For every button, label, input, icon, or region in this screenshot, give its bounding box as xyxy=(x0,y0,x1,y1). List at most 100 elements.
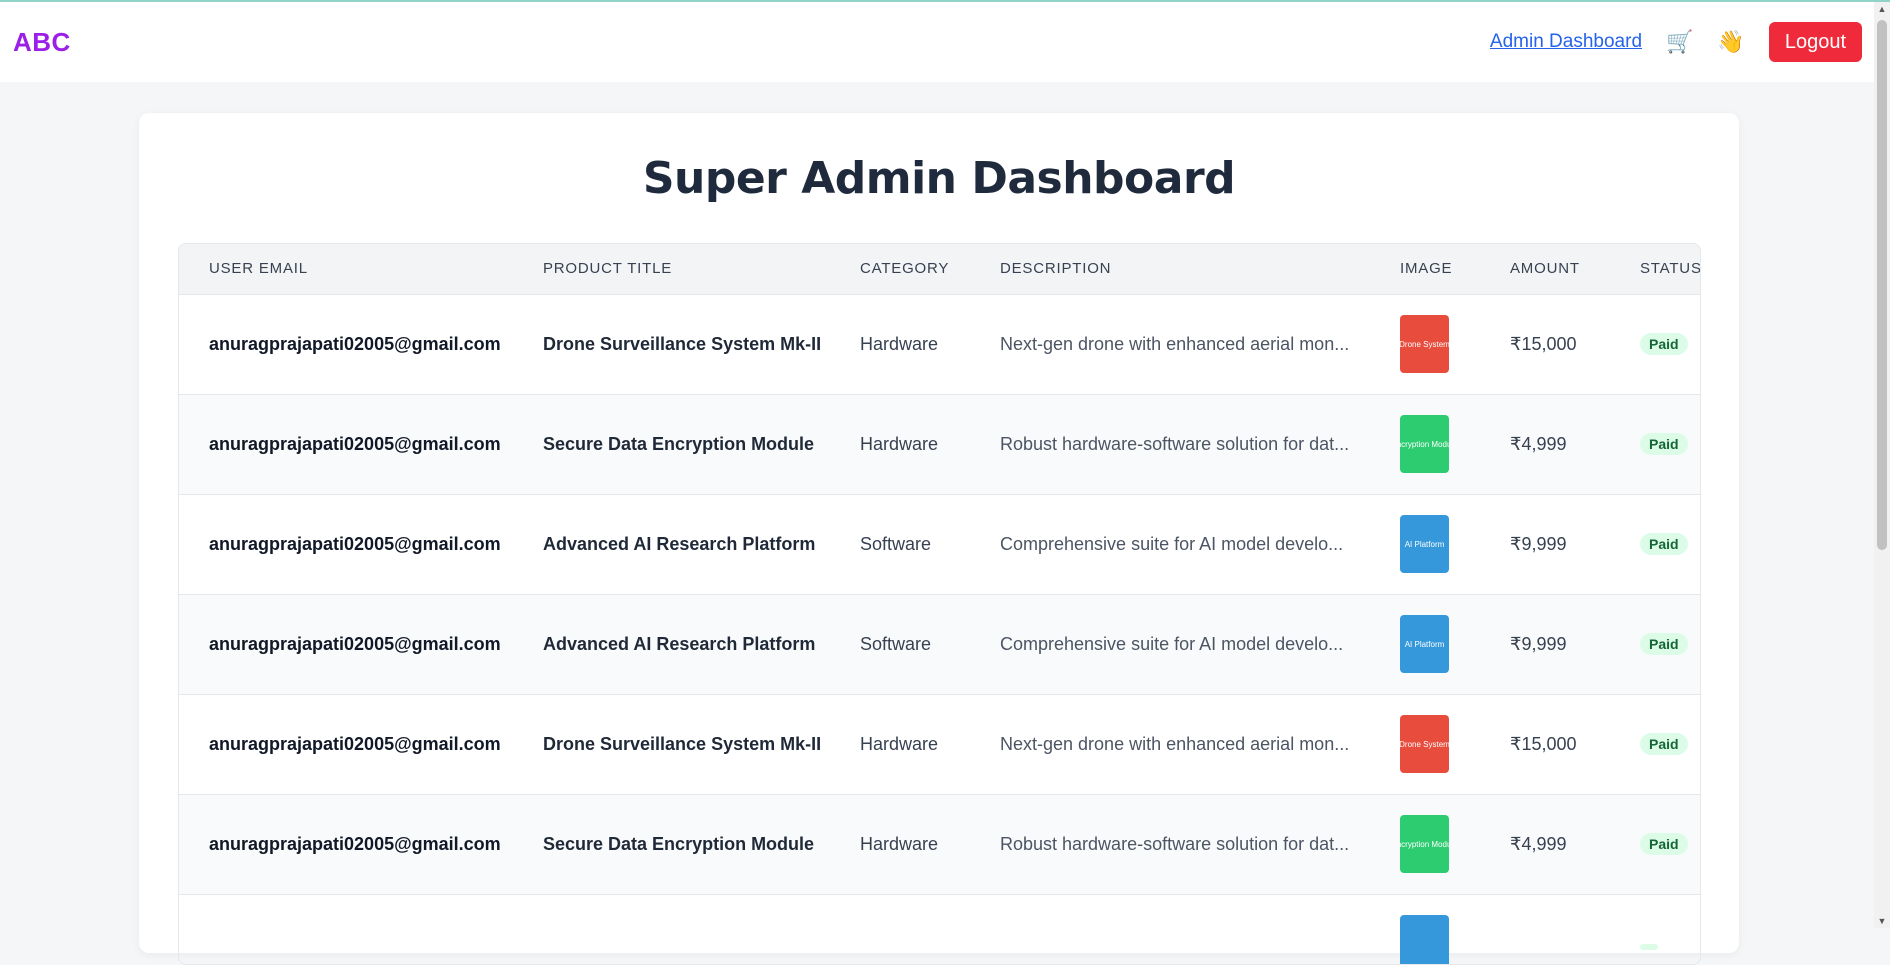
cell-email: anuragprajapati02005@gmail.com xyxy=(209,733,501,754)
cell-product-title xyxy=(513,894,830,964)
cell-description: Next-gen drone with enhanced aerial mon.… xyxy=(1000,733,1350,754)
cart-icon[interactable]: 🛒 xyxy=(1666,31,1693,53)
page-title: Super Admin Dashboard xyxy=(642,153,1236,204)
cell-email: anuragprajapati02005@gmail.com xyxy=(209,633,501,654)
scroll-up-arrow-icon[interactable]: ▲ xyxy=(1877,4,1887,14)
cell-description: Robust hardware-software solution for da… xyxy=(1000,833,1350,854)
cell-product-title: Secure Data Encryption Module xyxy=(543,833,815,854)
cell-amount: ₹4,999 xyxy=(1510,433,1567,454)
cell-category: Software xyxy=(860,533,932,554)
cell-description: Comprehensive suite for AI model develo.… xyxy=(1000,533,1344,554)
table-header-row: USER EMAIL PRODUCT TITLE CATEGORY DESCRI… xyxy=(179,244,1700,295)
cell-product-title: Drone Surveillance System Mk-II xyxy=(543,333,822,354)
cell-image: Encryption Module xyxy=(1370,394,1480,494)
logout-button[interactable]: Logout xyxy=(1768,22,1862,62)
cell-category: Software xyxy=(860,633,932,654)
cell-amount: ₹9,999 xyxy=(1510,533,1567,554)
cell-image: Encryption Module xyxy=(1370,794,1480,894)
status-badge: Paid xyxy=(1640,833,1688,855)
cell-email: anuragprajapati02005@gmail.com xyxy=(209,533,501,554)
cell-email: anuragprajapati02005@gmail.com xyxy=(209,333,501,354)
header-category: CATEGORY xyxy=(830,244,970,295)
table-row: anuragprajapati02005@gmail.com Advanced … xyxy=(179,594,1700,694)
table-row xyxy=(179,894,1700,964)
product-thumbnail: AI Platform xyxy=(1400,615,1449,673)
cell-product-title: Secure Data Encryption Module xyxy=(543,433,815,454)
product-thumbnail: Encryption Module xyxy=(1400,415,1449,473)
cell-amount: ₹15,000 xyxy=(1510,333,1577,354)
navbar: ABC Admin Dashboard 🛒 👋 Logout xyxy=(0,2,1874,82)
product-thumbnail xyxy=(1400,915,1449,964)
cell-category xyxy=(830,894,970,964)
cell-status: Paid xyxy=(1610,794,1700,894)
product-thumbnail: Drone System xyxy=(1400,315,1449,373)
status-badge: Paid xyxy=(1640,333,1688,355)
thumbnail-label: Encryption Module xyxy=(1400,839,1449,849)
header-amount: AMOUNT xyxy=(1480,244,1610,295)
header-product-title: PRODUCT TITLE xyxy=(513,244,830,295)
thumbnail-label: Drone System xyxy=(1400,739,1449,749)
cell-image: Drone System xyxy=(1370,694,1480,794)
cell-category: Hardware xyxy=(860,333,939,354)
cell-product-title: Advanced AI Research Platform xyxy=(543,633,816,654)
thumbnail-label: Drone System xyxy=(1400,339,1449,349)
cell-description: Robust hardware-software solution for da… xyxy=(1000,433,1350,454)
scrollbar-thumb[interactable] xyxy=(1877,20,1887,550)
cell-amount xyxy=(1480,894,1610,964)
status-badge xyxy=(1640,943,1658,950)
cell-image: Drone System xyxy=(1370,294,1480,394)
thumbnail-label: Encryption Module xyxy=(1400,439,1449,449)
cell-image: AI Platform xyxy=(1370,594,1480,694)
table-row: anuragprajapati02005@gmail.com Drone Sur… xyxy=(179,294,1700,394)
product-thumbnail: Encryption Module xyxy=(1400,815,1449,873)
orders-table-container: USER EMAIL PRODUCT TITLE CATEGORY DESCRI… xyxy=(178,243,1701,965)
table-row: anuragprajapati02005@gmail.com Advanced … xyxy=(179,494,1700,594)
cell-status: Paid xyxy=(1610,394,1700,494)
status-badge: Paid xyxy=(1640,433,1688,455)
cell-status: Paid xyxy=(1610,294,1700,394)
nav-actions: Admin Dashboard 🛒 👋 Logout xyxy=(1490,22,1862,62)
cell-product-title: Drone Surveillance System Mk-II xyxy=(543,733,822,754)
scroll-down-arrow-icon[interactable]: ▼ xyxy=(1877,916,1887,926)
cell-category: Hardware xyxy=(860,733,939,754)
cell-amount: ₹4,999 xyxy=(1510,833,1567,854)
cell-description: Next-gen drone with enhanced aerial mon.… xyxy=(1000,333,1350,354)
cell-image: AI Platform xyxy=(1370,494,1480,594)
header-image: IMAGE xyxy=(1370,244,1480,295)
page-scrollbar[interactable]: ▲ ▼ xyxy=(1874,2,1890,928)
cell-amount: ₹9,999 xyxy=(1510,633,1567,654)
cell-status: Paid xyxy=(1610,494,1700,594)
status-badge: Paid xyxy=(1640,633,1688,655)
cell-description: Comprehensive suite for AI model develo.… xyxy=(1000,633,1344,654)
header-user-email: USER EMAIL xyxy=(179,244,513,295)
waving-hand-icon[interactable]: 👋 xyxy=(1717,31,1744,53)
cell-category: Hardware xyxy=(860,433,939,454)
admin-dashboard-link[interactable]: Admin Dashboard xyxy=(1490,31,1642,53)
dashboard-card: Super Admin Dashboard USER EMAIL PRODUCT… xyxy=(139,113,1739,965)
cell-status xyxy=(1610,894,1700,964)
header-description: DESCRIPTION xyxy=(970,244,1370,295)
thumbnail-label: AI Platform xyxy=(1404,539,1445,549)
status-badge: Paid xyxy=(1640,533,1688,555)
cell-description xyxy=(970,894,1370,964)
product-thumbnail: Drone System xyxy=(1400,715,1449,773)
cell-status: Paid xyxy=(1610,694,1700,794)
cell-category: Hardware xyxy=(860,833,939,854)
table-row: anuragprajapati02005@gmail.com Drone Sur… xyxy=(179,694,1700,794)
table-body: anuragprajapati02005@gmail.com Drone Sur… xyxy=(179,294,1700,964)
table-row: anuragprajapati02005@gmail.com Secure Da… xyxy=(179,794,1700,894)
cell-status: Paid xyxy=(1610,594,1700,694)
status-badge: Paid xyxy=(1640,733,1688,755)
thumbnail-label: AI Platform xyxy=(1404,639,1445,649)
cell-product-title: Advanced AI Research Platform xyxy=(543,533,816,554)
table-row: anuragprajapati02005@gmail.com Secure Da… xyxy=(179,394,1700,494)
cell-email: anuragprajapati02005@gmail.com xyxy=(209,833,501,854)
cell-amount: ₹15,000 xyxy=(1510,733,1577,754)
cell-image xyxy=(1370,894,1480,964)
header-status: STATUS xyxy=(1610,244,1700,295)
cell-email xyxy=(179,894,513,964)
brand-logo[interactable]: ABC xyxy=(13,27,71,58)
orders-table: USER EMAIL PRODUCT TITLE CATEGORY DESCRI… xyxy=(179,244,1700,964)
cell-email: anuragprajapati02005@gmail.com xyxy=(209,433,501,454)
product-thumbnail: AI Platform xyxy=(1400,515,1449,573)
